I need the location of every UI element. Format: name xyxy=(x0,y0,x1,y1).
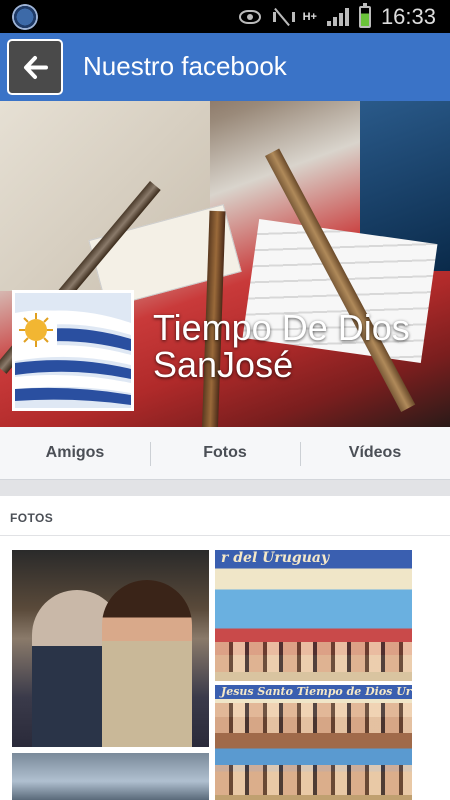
network-type: H+ xyxy=(302,10,317,23)
photo-thumbnail[interactable]: Jesus Santo Tiempo de Dios Uruguay xyxy=(215,685,412,800)
photo-thumbnail[interactable] xyxy=(12,550,209,747)
tab-videos[interactable]: Vídeos xyxy=(300,427,450,479)
arrow-left-icon xyxy=(24,56,48,79)
eye-icon xyxy=(238,9,261,24)
app-bar: Nuestro facebook xyxy=(0,33,450,101)
section-divider xyxy=(0,480,450,496)
battery-icon xyxy=(358,2,371,28)
profile-tabs: Amigos Fotos Vídeos xyxy=(0,427,450,480)
status-icons: H+ 16:33 xyxy=(238,0,436,33)
tab-amigos[interactable]: Amigos xyxy=(0,427,150,479)
photos-section: FOTOS r del Uruguay Jesus Santo Tiempo d… xyxy=(0,496,450,800)
app-badge-icon xyxy=(12,4,38,30)
tab-fotos[interactable]: Fotos xyxy=(150,427,300,479)
photos-section-header: FOTOS xyxy=(0,496,450,536)
signal-icon xyxy=(326,7,349,26)
status-bar: H+ 16:33 xyxy=(0,0,450,33)
uruguay-flag-icon xyxy=(15,293,131,408)
collage-title: Jesus Santo Tiempo de Dios Uruguay xyxy=(221,685,412,698)
collage-title: r del Uruguay xyxy=(221,550,330,566)
photo-thumbnail[interactable] xyxy=(12,753,209,800)
photo-thumbnail[interactable]: r del Uruguay xyxy=(215,550,412,681)
back-button[interactable] xyxy=(7,39,63,95)
mute-icon xyxy=(271,8,295,26)
page-name: Tiempo De Dios SanJosé xyxy=(153,307,410,385)
app-bar-title: Nuestro facebook xyxy=(83,51,287,81)
status-time: 16:33 xyxy=(380,3,436,29)
profile-picture[interactable] xyxy=(12,290,134,411)
photos-section-title: FOTOS xyxy=(10,511,54,525)
